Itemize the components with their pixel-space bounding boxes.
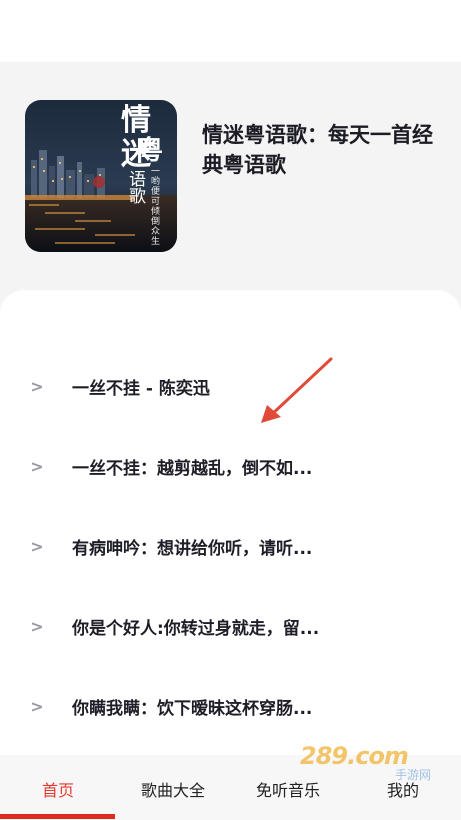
song-list-item[interactable]: > 一丝不挂 - 陈奕迅 [0,362,461,410]
song-title: 你瞒我瞒：饮下暧昧这杯穿肠... [72,698,313,719]
album-title: 情迷粤语歌：每天一首经典粤语歌 [202,123,433,177]
cover-vertical-text: 语歌 [125,170,145,204]
pointer-arrow-icon [261,357,333,423]
active-tab-indicator [0,814,115,819]
tab-home[interactable]: 首页 [8,777,108,801]
tab-song-library[interactable]: 歌曲大全 [123,777,223,801]
chevron-right-icon: > [30,456,44,476]
status-bar-area [0,0,461,62]
site-watermark: 289.com 手游网 [300,742,450,782]
song-list-item[interactable]: > 一丝不挂：越剪越乱，倒不如... [0,442,461,490]
chevron-right-icon: > [30,696,44,716]
chevron-right-icon: > [30,616,44,636]
song-list-item[interactable]: > 有病呻吟：想讲给你听，请听... [0,522,461,570]
album-cover[interactable]: 情迷 粤 语歌 一哟便可倾倒众生 [25,100,177,252]
watermark-logo: 289.com [300,742,409,770]
watermark-subtext: 手游网 [395,768,432,782]
chevron-right-icon: > [30,376,44,396]
song-title: 有病呻吟：想讲给你听，请听... [72,538,313,559]
song-title: 一丝不挂：越剪越乱，倒不如... [72,458,313,479]
chevron-right-icon: > [30,536,44,556]
song-title: 你是个好人:你转过身就走，留... [72,618,320,639]
song-list-item[interactable]: > 你瞒我瞒：饮下暧昧这杯穿肠... [0,682,461,730]
cover-title-line2: 粤 [137,136,164,166]
song-list-item[interactable]: > 你是个好人:你转过身就走，留... [0,602,461,650]
song-title: 一丝不挂 - 陈奕迅 [72,378,210,399]
cover-tagline: 一哟便可倾倒众生 [149,166,159,246]
